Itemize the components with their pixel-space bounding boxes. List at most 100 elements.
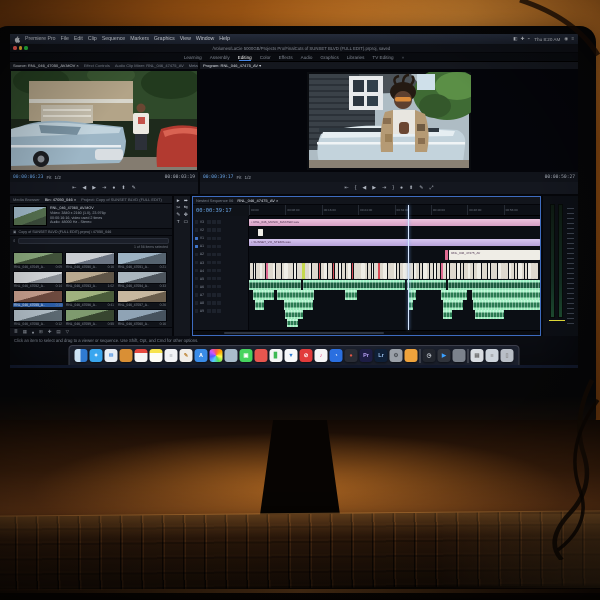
program-transport-button[interactable]: {: [355, 186, 357, 191]
tool-button[interactable]: T: [175, 220, 182, 225]
dock-icon[interactable]: [453, 349, 466, 362]
clip-thumbnail-item[interactable]: RNL_046_47060_A.. 0:16: [117, 309, 167, 326]
dock-icon[interactable]: ✉: [105, 349, 118, 362]
track-visibility-toggle[interactable]: [217, 253, 220, 256]
track-source-patch[interactable]: [195, 277, 198, 280]
menu-item[interactable]: Edit: [74, 36, 83, 42]
source-panel-tab[interactable]: Effect Controls: [84, 63, 110, 68]
apple-menu-icon[interactable]: [14, 36, 20, 43]
dock-icon[interactable]: ✎: [180, 349, 193, 362]
timeline-clip-cut[interactable]: [535, 263, 537, 279]
dock-icon[interactable]: [150, 349, 163, 362]
dock-icon[interactable]: [405, 349, 418, 362]
minimize-window-button[interactable]: [19, 46, 23, 50]
tool-button[interactable]: ⬌: [183, 199, 190, 204]
dock-icon[interactable]: A: [195, 349, 208, 362]
track-source-patch[interactable]: [195, 285, 198, 288]
source-transport-button[interactable]: ▶: [92, 186, 96, 191]
clip-thumbnail-image[interactable]: [117, 290, 167, 303]
program-transport-button[interactable]: ✎: [419, 186, 423, 191]
track-visibility-toggle[interactable]: [217, 269, 220, 272]
clip-thumbnail-image[interactable]: [65, 252, 115, 265]
track-sync-toggle[interactable]: [212, 253, 215, 256]
track-sync-toggle[interactable]: [212, 261, 215, 264]
timeline-clip-cut[interactable]: [305, 263, 308, 279]
workspace-tab[interactable]: Audio: [301, 55, 313, 60]
dock-icon[interactable]: ▯: [501, 349, 514, 362]
source-video-viewer[interactable]: [10, 70, 198, 171]
workspace-tab[interactable]: Libraries: [347, 55, 365, 60]
dock-icon[interactable]: ▣: [240, 349, 253, 362]
track-visibility-toggle[interactable]: [217, 293, 220, 296]
timeline-clip-cut[interactable]: [511, 263, 514, 279]
timeline-lanes[interactable]: ♪ RNL_046_MUSIC_MASTER.wav ♪ SUNSET_VO_S…: [249, 216, 540, 330]
clip-thumbnail-image[interactable]: [13, 252, 63, 265]
timeline-clip-audio[interactable]: [277, 290, 315, 300]
timeline-clip-cut[interactable]: [416, 263, 419, 279]
track-sync-toggle[interactable]: [212, 285, 215, 288]
track-header-row[interactable]: V2: [193, 226, 248, 234]
track-visibility-toggle[interactable]: [217, 220, 220, 223]
track-visibility-toggle[interactable]: [217, 285, 220, 288]
track-lock-toggle[interactable]: [207, 301, 210, 304]
timeline-clip-cut[interactable]: [484, 263, 487, 279]
dock-icon[interactable]: [225, 349, 238, 362]
project-footer-button[interactable]: ▦: [23, 329, 27, 335]
status-icon-right[interactable]: ≡: [571, 36, 574, 42]
timeline-clip-cut[interactable]: [491, 263, 495, 279]
workspace-tab[interactable]: Assembly: [210, 55, 230, 60]
track-lock-toggle[interactable]: [207, 237, 210, 240]
timeline-clip-cut[interactable]: [423, 263, 427, 279]
track-visibility-toggle[interactable]: [217, 228, 220, 231]
timeline-clip-cut[interactable]: [457, 263, 460, 279]
dock-icon[interactable]: [468, 349, 469, 363]
timeline-clip-video[interactable]: [445, 250, 448, 260]
clip-thumbnail-image[interactable]: [117, 309, 167, 322]
close-window-button[interactable]: [13, 46, 17, 50]
dock-icon[interactable]: ▼: [285, 349, 298, 362]
timeline-clip-cut[interactable]: [328, 263, 332, 279]
program-zoom-dropdown[interactable]: 1/2: [245, 175, 251, 180]
timeline-clip-cut[interactable]: [410, 263, 413, 279]
timeline-clip-audio[interactable]: [255, 300, 264, 310]
track-sync-toggle[interactable]: [212, 301, 215, 304]
dock-icon[interactable]: ≡: [165, 349, 178, 362]
track-lock-toggle[interactable]: [207, 261, 210, 264]
timeline-tab[interactable]: RNL_046_47475_AV ×: [237, 198, 278, 203]
track-lock-toggle[interactable]: [207, 245, 210, 248]
menu-item[interactable]: Premiere Pro: [25, 36, 56, 42]
program-fit-dropdown[interactable]: Fit: [236, 175, 241, 180]
status-icon-right[interactable]: ◉: [564, 36, 568, 42]
clip-thumbnail-item[interactable]: RNL_046_47049_A.. 0:09: [13, 252, 63, 269]
menu-item[interactable]: View: [180, 36, 191, 42]
track-sync-toggle[interactable]: [212, 237, 215, 240]
timeline-clip-cut[interactable]: [372, 263, 374, 279]
status-icon[interactable]: ⌁: [527, 36, 530, 42]
timeline-clip-cut[interactable]: [321, 263, 324, 279]
timeline-clip-audio[interactable]: [441, 290, 467, 300]
track-header-row[interactable]: A9: [193, 307, 248, 315]
clip-thumbnail-item[interactable]: RNL_046_47058_A.. 0:12: [13, 309, 63, 326]
timeline-clip-cut[interactable]: [342, 263, 346, 279]
program-transport-button[interactable]: ◀: [362, 186, 366, 191]
timeline-clip-cut[interactable]: [361, 263, 364, 279]
clip-thumbnail-item[interactable]: RNL_046_47053_A.. 1:02: [65, 271, 115, 288]
timeline-clip-cut[interactable]: [276, 263, 281, 279]
timeline-clip-audio[interactable]: [407, 280, 446, 290]
track-sync-toggle[interactable]: [212, 245, 215, 248]
track-visibility-toggle[interactable]: [217, 277, 220, 280]
dock-icon[interactable]: ▤: [471, 349, 484, 362]
clip-thumbnail-image[interactable]: [13, 271, 63, 284]
track-visibility-toggle[interactable]: [217, 237, 220, 240]
clip-info-thumbnail[interactable]: [13, 206, 47, 226]
search-input[interactable]: [18, 238, 169, 244]
timeline-clip-cut[interactable]: [256, 263, 260, 279]
timeline-clip-cut[interactable]: [528, 263, 531, 279]
timeline-clip-audio[interactable]: [408, 290, 417, 300]
dock-icon[interactable]: ▊: [270, 349, 283, 362]
timeline-clip-music[interactable]: ♪ RNL_046_MUSIC_MASTER.wav: [249, 219, 540, 226]
project-panel-tab[interactable]: Bin: 47050_046 ×: [45, 197, 76, 202]
dock-icon[interactable]: [210, 349, 223, 362]
track-lock-toggle[interactable]: [207, 269, 210, 272]
timeline-clip-cut[interactable]: [450, 263, 454, 279]
